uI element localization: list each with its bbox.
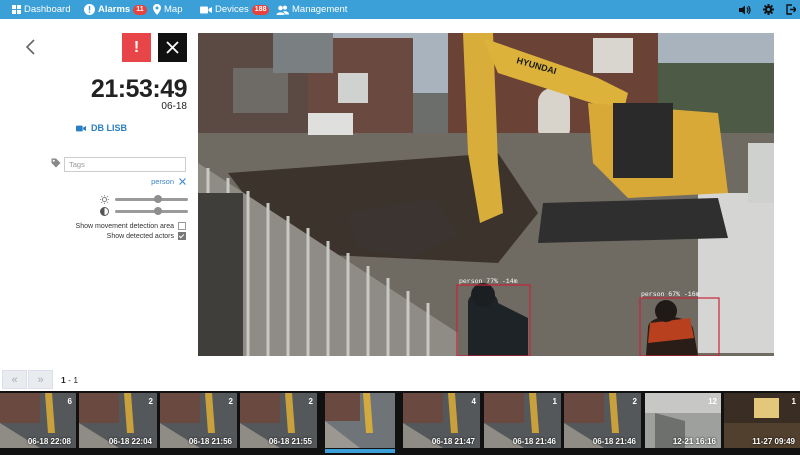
detection-label: person 67% -16m — [641, 291, 700, 298]
thumbnail-count: 2 — [632, 397, 637, 406]
show-movement-checkbox[interactable] — [178, 222, 186, 230]
pager-next-label: » — [37, 373, 44, 386]
contrast-slider[interactable] — [115, 207, 188, 215]
dashboard-icon — [12, 5, 21, 14]
thumbnail-time: 06-18 22:08 — [27, 437, 71, 446]
thumbnail-time: 06-18 21:55 — [268, 437, 312, 446]
nav-management-label: Management — [292, 4, 348, 15]
thumbnail[interactable]: 1 06-18 21:46 — [484, 393, 561, 448]
logout-icon[interactable] — [786, 4, 796, 15]
tag-chip: person — [151, 177, 186, 186]
thumbnail-count: 2 — [228, 397, 233, 406]
close-button[interactable] — [158, 33, 187, 62]
nav-dashboard-label: Dashboard — [24, 4, 71, 15]
brightness-row — [100, 195, 188, 204]
event-image-viewer[interactable]: HYUNDAI person 77% -14m person 67% -16m — [198, 33, 774, 356]
thumbnail-count: 4 — [471, 397, 476, 406]
thumbnail-time: 06-18 21:46 — [592, 437, 636, 446]
tag-chip-label: person — [151, 177, 174, 186]
pager-prev-button[interactable]: « — [2, 370, 27, 389]
thumbnail-time: 06-18 21:47 — [431, 437, 475, 446]
nav-management[interactable]: Management — [276, 0, 347, 19]
nav-devices-label: Devices — [215, 4, 249, 15]
show-actors-checkbox[interactable] — [178, 232, 186, 240]
thumbnail-count: 1 — [552, 397, 557, 406]
thumbnail[interactable]: 4 06-18 21:47 — [403, 393, 480, 448]
back-chevron-icon[interactable] — [24, 38, 38, 56]
nav-dashboard[interactable]: Dashboard — [12, 0, 70, 19]
thumbnail-count: 2 — [148, 397, 153, 406]
map-pin-icon — [153, 4, 161, 15]
tags-input[interactable] — [64, 157, 186, 172]
volume-icon[interactable] — [739, 5, 751, 15]
brightness-slider-knob[interactable] — [154, 195, 162, 203]
active-thumbnail-indicator — [325, 449, 395, 453]
thumbnail-time: 06-18 22:04 — [108, 437, 152, 446]
thumbnail-count: 1 — [791, 397, 796, 406]
contrast-row — [100, 207, 188, 216]
brightness-icon — [100, 195, 109, 204]
thumbnail-time: 06-18 21:46 — [512, 437, 556, 446]
gear-icon[interactable] — [763, 4, 774, 15]
show-actors-row[interactable]: Show detected actors — [107, 232, 186, 240]
thumbnail-count: 6 — [67, 397, 72, 406]
contrast-icon — [100, 207, 109, 216]
show-actors-label: Show detected actors — [106, 232, 174, 240]
pager-separator: - — [68, 375, 71, 385]
remove-tag-icon[interactable] — [179, 178, 186, 185]
thumbnail[interactable]: 6 06-18 22:08 — [0, 393, 76, 448]
event-time: 21:53:49 — [90, 75, 188, 103]
users-icon — [276, 5, 289, 15]
contrast-slider-knob[interactable] — [154, 207, 162, 215]
nav-alarms-label: Alarms — [98, 4, 131, 15]
pager-next-button[interactable]: » — [28, 370, 53, 389]
pager-total: 1 — [73, 375, 79, 385]
camera-link[interactable]: DB LISB — [76, 123, 127, 133]
thumbnail-count: 12 — [708, 397, 717, 406]
show-movement-row[interactable]: Show movement detection area — [76, 222, 186, 230]
detection-label: person 77% -14m — [459, 278, 518, 285]
thumbnail-time: 12-21 16:16 — [672, 437, 716, 446]
thumbnail-strip: 6 06-18 22:08 2 06-18 22:04 2 06-18 21:5… — [0, 391, 800, 455]
devices-count-badge: 188 — [251, 4, 270, 15]
thumbnail[interactable]: 1 11-27 09:49 — [724, 393, 800, 448]
exclamation-icon: ! — [133, 38, 140, 56]
brightness-slider[interactable] — [115, 195, 188, 203]
top-nav: Dashboard Alarms 11 Map Devices 188 Mana… — [0, 0, 800, 19]
thumbnail[interactable]: 2 06-18 22:04 — [79, 393, 157, 448]
thumbnail-time: 06-18 21:56 — [188, 437, 232, 446]
nav-map[interactable]: Map — [153, 0, 182, 19]
thumbnail-active[interactable] — [325, 393, 395, 448]
camera-name: DB LISB — [91, 123, 127, 133]
thumbnail-count: 2 — [308, 397, 313, 406]
pager-prev-label: « — [11, 373, 18, 386]
thumbnail-time: 11-27 09:49 — [752, 437, 795, 446]
thumbnail[interactable]: 2 06-18 21:55 — [240, 393, 317, 448]
nav-map-label: Map — [164, 4, 183, 15]
thumbnail[interactable]: 2 06-18 21:46 — [564, 393, 641, 448]
alarm-button[interactable]: ! — [122, 33, 151, 62]
event-date: 06-18 — [161, 101, 187, 112]
alert-circle-icon — [84, 4, 95, 15]
pager-info: 1 - 1 — [61, 375, 78, 385]
nav-devices[interactable]: Devices 188 — [200, 0, 270, 19]
nav-alarms[interactable]: Alarms 11 — [84, 0, 147, 19]
nav-right-tools — [739, 0, 800, 19]
video-camera-icon — [200, 6, 212, 13]
pager-current: 1 — [61, 375, 66, 385]
thumbnail[interactable]: 12 12-21 16:16 — [645, 393, 721, 448]
close-icon — [166, 41, 179, 54]
thumbnail-image — [325, 393, 395, 448]
show-movement-label: Show movement detection area — [75, 222, 174, 230]
thumbnail[interactable]: 2 06-18 21:56 — [160, 393, 237, 448]
tag-icon — [51, 158, 61, 168]
camera-frame: HYUNDAI person 77% -14m person 67% -16m — [198, 33, 774, 356]
video-camera-icon — [76, 125, 86, 131]
alarms-count-badge: 11 — [133, 4, 147, 15]
